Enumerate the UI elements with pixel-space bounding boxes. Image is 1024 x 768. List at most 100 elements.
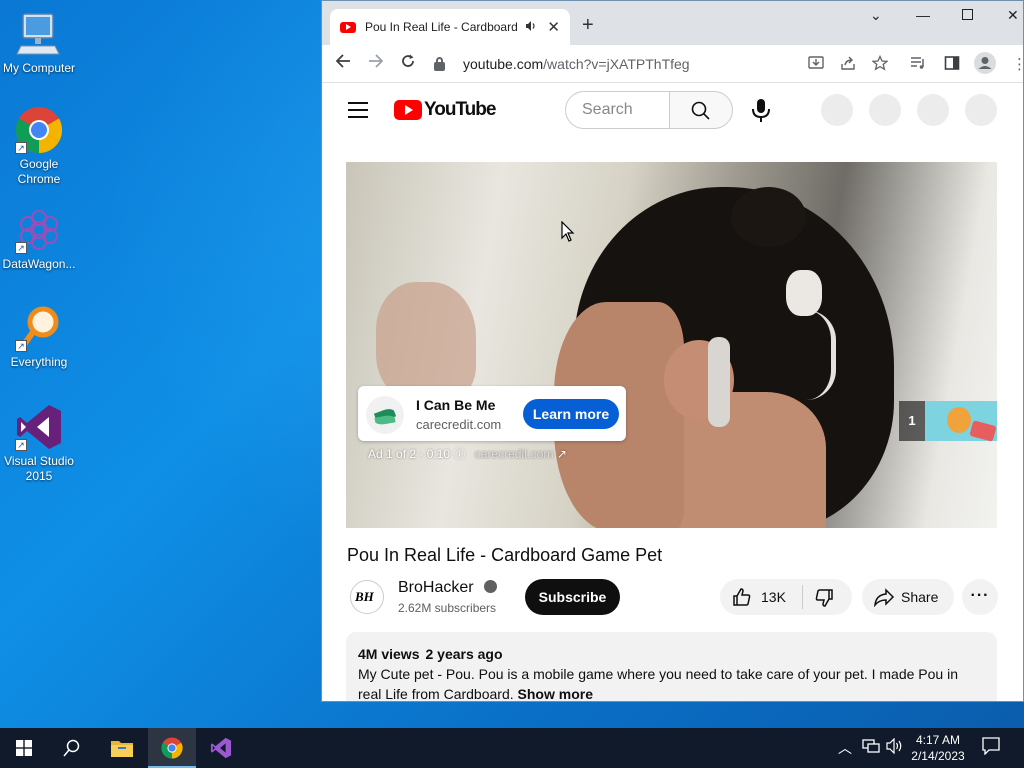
video-frame-hearing-device	[708, 337, 730, 427]
ad-title: I Can Be Me	[416, 397, 496, 413]
youtube-logo[interactable]: YouTube	[394, 99, 496, 121]
desktop-icon-google-chrome[interactable]: ↗ Google Chrome	[0, 106, 78, 187]
taskbar-file-explorer[interactable]	[98, 728, 146, 768]
video-frame-hand	[376, 282, 476, 402]
microphone-icon[interactable]	[750, 97, 772, 123]
ad-info-domain[interactable]: carecredit.com	[475, 447, 554, 461]
ad-queue-count: 1	[899, 401, 925, 441]
ad-overlay-card[interactable]: I Can Be Me carecredit.com Learn more	[358, 386, 626, 441]
profile-avatar-icon[interactable]	[974, 52, 996, 78]
taskbar-chrome[interactable]	[148, 728, 196, 768]
description-meta: 4M views 2 years ago	[358, 644, 985, 664]
ad-progress-text: Ad 1 of 2 · 0:10	[368, 447, 451, 461]
youtube-logo-text: YouTube	[424, 99, 496, 120]
datawagon-icon: ↗	[15, 206, 63, 254]
side-panel-icon[interactable]	[944, 55, 960, 75]
media-controls-icon[interactable]	[910, 55, 926, 75]
desktop-icon-label: Google Chrome	[17, 157, 61, 186]
video-player[interactable]: I Can Be Me carecredit.com Learn more Ad…	[346, 162, 997, 528]
visual-studio-icon: ↗	[15, 403, 63, 451]
show-more-link[interactable]: Show more	[518, 686, 593, 701]
youtube-favicon-icon	[340, 21, 356, 33]
thumbs-down-icon[interactable]	[814, 588, 834, 613]
hamburger-menu-icon[interactable]	[348, 102, 368, 123]
url-path: /watch?v=jXATPThTfeg	[543, 56, 690, 72]
minimize-icon[interactable]: —	[916, 7, 930, 23]
tab-title: Pou In Real Life - Cardboard	[365, 20, 518, 34]
folder-icon	[111, 741, 133, 757]
forward-arrow-icon[interactable]	[368, 53, 384, 74]
header-placeholder-icon[interactable]	[869, 94, 901, 126]
header-placeholder-icon[interactable]	[965, 94, 997, 126]
advertiser-logo-icon	[366, 396, 404, 434]
magnifier-icon: ↗	[15, 304, 63, 352]
description-text-row: My Cute pet - Pou. Pou is a mobile game …	[358, 664, 985, 701]
header-placeholder-icon[interactable]	[821, 94, 853, 126]
tab-youtube[interactable]: Pou In Real Life - Cardboard ✕	[330, 9, 570, 45]
maximize-icon[interactable]	[962, 7, 973, 23]
channel-name[interactable]: BroHacker	[398, 579, 474, 596]
subscribe-button[interactable]: Subscribe	[525, 579, 620, 615]
windows-logo-icon	[16, 740, 32, 756]
desktop-icon-datawagon[interactable]: ↗ DataWagon...	[0, 206, 78, 272]
search-button[interactable]	[669, 91, 733, 129]
description-box[interactable]: 4M views 2 years ago My Cute pet - Pou. P…	[346, 632, 997, 701]
chrome-icon	[161, 737, 183, 759]
like-dislike-bar: 13K	[720, 579, 852, 615]
channel-name-row[interactable]: BroHacker	[398, 579, 498, 597]
network-icon[interactable]	[862, 738, 880, 757]
more-actions-icon[interactable]: ···	[962, 579, 998, 615]
reload-icon[interactable]	[400, 53, 416, 74]
search-icon	[691, 101, 710, 120]
close-window-icon[interactable]: ✕	[1007, 7, 1019, 24]
chrome-icon: ↗	[15, 106, 63, 154]
share-page-icon[interactable]	[840, 55, 856, 75]
speaker-icon[interactable]	[525, 20, 537, 35]
desktop-icon-label: Everything	[10, 355, 68, 369]
tab-search-chevron-icon[interactable]: ⌄	[870, 7, 882, 24]
youtube-play-icon	[394, 100, 422, 120]
desktop-icon-my-computer[interactable]: My Computer	[0, 10, 78, 76]
thumbs-up-icon[interactable]	[732, 587, 752, 612]
clock-date: 2/14/2023	[911, 749, 965, 763]
upload-age: 2 years ago	[425, 646, 503, 662]
tab-close-icon[interactable]: ✕	[547, 18, 560, 36]
like-count[interactable]: 13K	[761, 589, 786, 605]
share-label: Share	[901, 589, 939, 605]
taskbar-clock[interactable]: 4:17 AM 2/14/2023	[902, 732, 974, 764]
browser-toolbar: youtube.com/watch?v=jXATPThTfeg ⋮	[322, 45, 1023, 83]
desktop-icon-everything[interactable]: ↗ Everything	[0, 304, 78, 370]
action-center-icon[interactable]	[982, 737, 1000, 758]
new-tab-button[interactable]: +	[582, 14, 594, 37]
share-button[interactable]: Share	[862, 579, 954, 615]
show-hidden-icons-chevron-icon[interactable]: ︿	[838, 738, 852, 758]
info-icon[interactable]: ⓘ	[453, 447, 465, 461]
search-icon	[63, 739, 80, 757]
external-link-icon[interactable]: ↗	[557, 447, 567, 461]
like-divider	[802, 585, 803, 609]
subscriber-count: 2.62M subscribers	[398, 601, 497, 615]
lock-icon[interactable]	[434, 56, 445, 71]
video-frame-ponytail	[731, 187, 806, 247]
video-title: Pou In Real Life - Cardboard Game Pet	[347, 545, 663, 565]
chrome-menu-icon[interactable]: ⋮	[1012, 55, 1023, 73]
taskbar-search-button[interactable]	[48, 728, 96, 768]
share-arrow-icon	[873, 587, 895, 612]
search-input[interactable]: Search	[565, 91, 670, 129]
address-bar[interactable]: youtube.com/watch?v=jXATPThTfeg	[434, 50, 800, 78]
bookmark-star-icon[interactable]	[871, 54, 889, 75]
taskbar-visual-studio[interactable]	[197, 728, 245, 768]
ad-queue-thumbnail[interactable]	[925, 401, 997, 442]
back-arrow-icon[interactable]	[335, 53, 351, 74]
chrome-window: Pou In Real Life - Cardboard ✕ + ⌄ — ✕ y…	[321, 0, 1024, 702]
start-button[interactable]	[0, 728, 48, 768]
desktop-icon-visual-studio[interactable]: ↗ Visual Studio 2015	[0, 403, 78, 484]
learn-more-button[interactable]: Learn more	[523, 399, 619, 429]
header-placeholder-icon[interactable]	[917, 94, 949, 126]
install-app-icon[interactable]	[808, 55, 824, 75]
shortcut-arrow-icon: ↗	[15, 242, 27, 254]
mouse-cursor-icon	[561, 220, 575, 248]
channel-avatar[interactable]	[350, 580, 384, 614]
taskbar: ︿ 4:17 AM 2/14/2023	[0, 728, 1024, 768]
computer-icon	[15, 10, 63, 58]
